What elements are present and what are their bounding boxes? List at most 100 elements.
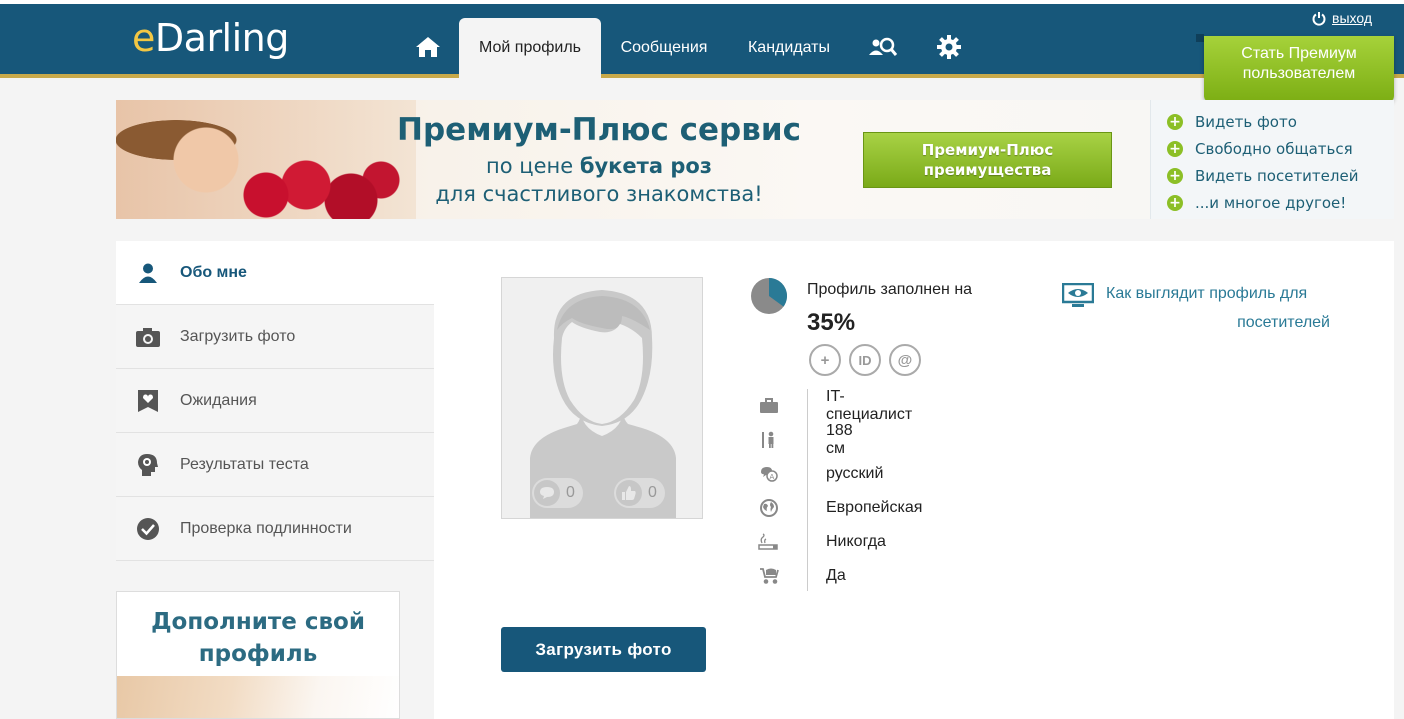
sidebar-item-label: Результаты теста	[180, 455, 309, 473]
globe-icon	[754, 499, 784, 517]
messages-stat: 0	[532, 478, 583, 508]
tab-my-profile[interactable]: Мой профиль	[459, 18, 601, 78]
plus-icon: +	[1167, 113, 1183, 130]
sidebar-item-label: Ожидания	[180, 391, 257, 409]
cta-line-2: преимущества	[923, 161, 1052, 179]
sidebar-item-label: Загрузить фото	[180, 327, 296, 345]
fact-row-language: A русский	[754, 457, 883, 491]
banner-subtitle-2: для счастливого знакомства!	[435, 182, 763, 206]
sidebar-item-test-results[interactable]: Результаты теста	[116, 433, 434, 497]
id-verified-badge-icon[interactable]: ID	[849, 344, 881, 376]
banner-subtitle-1: по цене букета роз	[394, 154, 804, 178]
messages-count: 0	[566, 484, 575, 501]
logo-e: e	[132, 16, 155, 60]
profile-sidebar: Обо мне Загрузить фото Ожидания Результа…	[116, 241, 434, 561]
search-button[interactable]	[866, 18, 900, 76]
verification-badges: + ID @	[809, 344, 921, 376]
tab-messages[interactable]: Сообщения	[604, 18, 724, 78]
preview-link-line-2: посетителей	[1237, 314, 1330, 331]
promo-image	[117, 676, 399, 718]
chat-bubble-icon	[534, 480, 560, 506]
view-profile-as-visitor-link[interactable]: Как выглядит профиль для посетителей	[1062, 279, 1330, 337]
smoking-icon	[754, 533, 784, 551]
tab-candidates[interactable]: Кандидаты	[734, 18, 844, 78]
premium-line-1: Стать Премиум	[1241, 45, 1357, 62]
feature-item: + Видеть фото	[1167, 108, 1394, 135]
head-gear-icon	[116, 453, 180, 477]
premium-ribbon-fold	[1196, 34, 1204, 42]
preview-link-line-1: Как выглядит профиль для	[1106, 285, 1308, 302]
complete-profile-promo[interactable]: Дополните свой профиль	[116, 591, 400, 719]
completion-percentage: 35%	[807, 309, 856, 336]
banner-photo-woman-with-roses	[116, 100, 416, 219]
settings-button[interactable]	[932, 18, 966, 76]
home-button[interactable]	[408, 18, 448, 76]
sidebar-item-verification[interactable]: Проверка подлинности	[116, 497, 434, 561]
become-premium-button[interactable]: Стать Премиум пользователем	[1204, 36, 1394, 112]
fact-row-smoking: Никогда	[754, 525, 886, 559]
logout-label[interactable]: выход	[1332, 10, 1372, 26]
promo-line-2: профиль	[198, 641, 318, 667]
add-badge-icon[interactable]: +	[809, 344, 841, 376]
sidebar-item-upload-photo[interactable]: Загрузить фото	[116, 305, 434, 369]
promo-line-1: Дополните свой	[151, 609, 365, 635]
cta-line-1: Премиум-Плюс	[921, 141, 1054, 159]
fact-language: русский	[826, 465, 884, 482]
likes-count: 0	[648, 484, 657, 501]
plus-icon: +	[1167, 194, 1183, 211]
person-icon	[116, 262, 180, 284]
feature-label: ...и многое другое!	[1195, 193, 1347, 212]
height-icon	[754, 431, 784, 449]
profile-main-panel: 0 0 Профиль заполнен на 35% + ID @ Как в…	[434, 241, 1394, 719]
profile-facts: IT-специалист 188 см A русский Европейск…	[754, 388, 922, 593]
premium-features-list: + Видеть фото + Свободно общаться + Видеть …	[1150, 100, 1394, 219]
thumbs-up-icon	[616, 480, 642, 506]
premium-plus-benefits-button[interactable]: Премиум-Плюс преимущества	[863, 132, 1112, 188]
heart-bookmark-icon	[116, 389, 180, 413]
sidebar-item-label: Обо мне	[180, 263, 247, 281]
camera-icon	[116, 326, 180, 348]
sidebar-item-about-me[interactable]: Обо мне	[116, 241, 434, 305]
sidebar-item-label: Проверка подлинности	[180, 519, 352, 537]
email-verified-badge-icon[interactable]: @	[889, 344, 921, 376]
feature-item: + ...и многое другое!	[1167, 189, 1394, 216]
checkmark-circle-icon	[116, 517, 180, 541]
promo-title: Дополните свой профиль	[117, 606, 399, 670]
feature-label: Видеть фото	[1195, 112, 1297, 131]
completion-label: Профиль заполнен на	[807, 281, 973, 298]
fact-row-height: 188 см	[754, 422, 853, 457]
likes-stat: 0	[614, 478, 665, 508]
language-icon: A	[754, 466, 784, 482]
fact-row-occupation: IT-специалист	[754, 388, 912, 423]
fact-smoking: Никогда	[826, 533, 886, 550]
upload-photo-button[interactable]: Загрузить фото	[501, 627, 706, 672]
facts-divider	[807, 389, 808, 591]
feature-item: + Свободно общаться	[1167, 135, 1394, 162]
premium-plus-banner[interactable]: Премиум-Плюс сервис по цене букета роз д…	[116, 100, 1394, 219]
avatar-silhouette-icon	[530, 290, 676, 518]
fact-row-ethnicity: Европейская	[754, 491, 922, 525]
profile-completion-pie-icon	[751, 278, 787, 314]
logo-text: Darling	[154, 16, 290, 60]
fact-ethnicity: Европейская	[826, 499, 923, 516]
plus-icon: +	[1167, 140, 1183, 157]
plus-icon: +	[1167, 167, 1183, 184]
edarling-logo[interactable]: eDarling	[132, 16, 289, 60]
home-icon	[416, 37, 440, 57]
banner-title: Премиум-Плюс сервис	[397, 112, 801, 148]
fact-occupation: IT-специалист	[826, 388, 913, 423]
logout-link[interactable]: выход	[1312, 10, 1372, 26]
briefcase-icon	[754, 398, 784, 414]
fact-children: Да	[826, 567, 846, 584]
gear-icon	[937, 35, 961, 59]
sidebar-item-expectations[interactable]: Ожидания	[116, 369, 434, 433]
fact-height: 188 см	[826, 422, 853, 457]
profile-photo-placeholder[interactable]: 0 0	[501, 277, 703, 519]
svg-text:A: A	[770, 473, 775, 481]
monitor-eye-icon	[1062, 283, 1094, 307]
feature-label: Видеть посетителей	[1195, 166, 1359, 185]
search-people-icon	[869, 37, 898, 56]
premium-line-2: пользователем	[1242, 65, 1356, 82]
feature-label: Свободно общаться	[1195, 139, 1353, 158]
feature-item: + Видеть посетителей	[1167, 162, 1394, 189]
